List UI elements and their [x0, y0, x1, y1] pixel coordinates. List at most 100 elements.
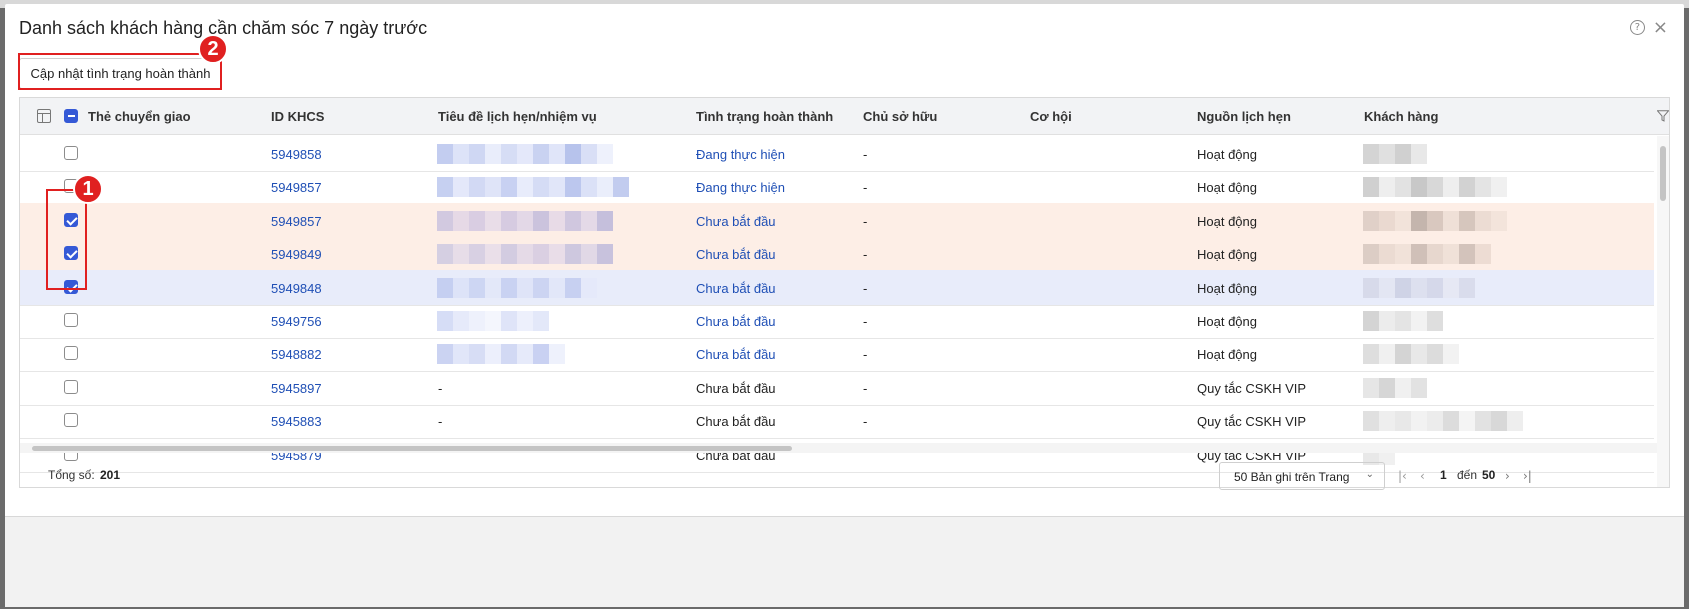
- column-settings-icon[interactable]: [37, 109, 51, 123]
- modal-header-actions: ? ×: [1629, 19, 1668, 37]
- row-checkbox[interactable]: [64, 313, 78, 327]
- table-header: Thẻ chuyển giao ID KHCS Tiêu đề lịch hẹn…: [20, 98, 1669, 135]
- table-row[interactable]: 5949848 Chưa bắt đầu - Hoạt động: [20, 269, 1654, 306]
- row-checkbox[interactable]: [64, 146, 78, 160]
- cell-owner: -: [863, 247, 868, 263]
- redacted-title: [437, 144, 613, 164]
- redacted-customer: [1363, 144, 1427, 164]
- column-header-title[interactable]: Tiêu đề lịch hẹn/nhiệm vụ: [438, 109, 597, 124]
- vertical-scroll-thumb[interactable]: [1660, 146, 1666, 201]
- cell-owner: -: [863, 280, 868, 296]
- cell-owner: -: [863, 180, 868, 196]
- column-header-status[interactable]: Tình trạng hoàn thành: [696, 109, 833, 124]
- cell-id-link[interactable]: 5948882: [271, 347, 322, 362]
- cell-id-link[interactable]: 5949857: [271, 180, 322, 195]
- redacted-customer: [1363, 210, 1507, 231]
- cell-source: Quy tắc CSKH VIP: [1197, 380, 1307, 396]
- last-page-icon[interactable]: ›|: [1523, 469, 1532, 483]
- total-label: Tổng số:: [48, 468, 95, 482]
- previous-page-icon[interactable]: ‹: [1420, 469, 1425, 483]
- cell-id-link[interactable]: 5945883: [271, 414, 322, 429]
- cell-status: Chưa bắt đầu: [696, 380, 776, 396]
- cell-id-link[interactable]: 5945897: [271, 381, 322, 396]
- cell-source: Hoạt động: [1197, 280, 1257, 296]
- annotation-box-update-button: [18, 53, 222, 90]
- modal-footer-bar: [5, 516, 1684, 607]
- redacted-customer: [1363, 311, 1443, 331]
- cell-id-link[interactable]: 5949848: [271, 281, 322, 296]
- row-checkbox[interactable]: [64, 413, 78, 428]
- cell-owner: -: [863, 414, 868, 430]
- cell-id-link[interactable]: 5949756: [271, 314, 322, 329]
- page-range-start: 1: [1440, 468, 1447, 482]
- cell-status-link[interactable]: Chưa bắt đầu: [696, 314, 776, 329]
- column-header-opportunity[interactable]: Cơ hội: [1030, 109, 1072, 124]
- page-size-select[interactable]: 50 Bản ghi trên Trang ⌄: [1219, 462, 1385, 490]
- table-row[interactable]: 5945897 - Chưa bắt đầu - Quy tắc CSKH VIP: [20, 370, 1654, 406]
- cell-id-link[interactable]: 5949857: [271, 214, 322, 229]
- cell-source: Hoạt động: [1197, 147, 1257, 162]
- redacted-customer: [1363, 344, 1459, 365]
- redacted-title: [437, 177, 629, 198]
- redacted-title: [437, 210, 613, 231]
- cell-status-link[interactable]: Chưa bắt đầu: [696, 214, 776, 229]
- cell-title: -: [438, 414, 443, 430]
- help-icon[interactable]: ?: [1629, 20, 1645, 35]
- cell-status-link[interactable]: Chưa bắt đầu: [696, 281, 776, 296]
- redacted-title: [437, 344, 565, 365]
- redacted-customer: [1363, 177, 1507, 198]
- cell-owner: -: [863, 347, 868, 363]
- redacted-title: [437, 311, 549, 331]
- column-header-source[interactable]: Nguồn lịch hẹn: [1197, 109, 1291, 124]
- horizontal-scroll-thumb[interactable]: [32, 446, 792, 451]
- cell-owner: -: [863, 314, 868, 329]
- chevron-down-icon: ⌄: [1365, 469, 1374, 480]
- cell-status-link[interactable]: Đang thực hiện: [696, 180, 785, 195]
- column-header-transfer-tag[interactable]: Thẻ chuyển giao: [88, 109, 191, 124]
- table-row[interactable]: 5945879 Chưa bắt đầu Quy tắc CSKH VIP: [20, 437, 1654, 473]
- page-size-label: 50 Bản ghi trên Trang: [1234, 470, 1350, 484]
- table-row[interactable]: 5945883 - Chưa bắt đầu - Quy tắc CSKH VIP: [20, 403, 1654, 440]
- cell-status-link[interactable]: Chưa bắt đầu: [696, 247, 776, 262]
- cell-source: Hoạt động: [1197, 347, 1257, 363]
- customer-care-modal: Danh sách khách hàng cần chăm sóc 7 ngày…: [5, 4, 1684, 607]
- redacted-customer: [1363, 244, 1491, 265]
- cell-status-link[interactable]: Chưa bắt đầu: [696, 347, 776, 362]
- column-header-id[interactable]: ID KHCS: [271, 109, 324, 124]
- annotation-badge-1: 1: [73, 174, 103, 204]
- cell-status-link[interactable]: Đang thực hiện: [696, 147, 785, 162]
- cell-source: Hoạt động: [1197, 213, 1257, 229]
- cell-source: Hoạt động: [1197, 247, 1257, 263]
- table-row[interactable]: 5949857 Chưa bắt đầu - Hoạt động: [20, 202, 1654, 239]
- close-icon[interactable]: ×: [1653, 19, 1668, 37]
- horizontal-scrollbar[interactable]: [20, 443, 1657, 453]
- row-checkbox[interactable]: [64, 379, 78, 394]
- cell-source: Hoạt động: [1197, 180, 1257, 196]
- column-header-customer[interactable]: Khách hàng: [1364, 109, 1438, 124]
- cell-owner: -: [863, 147, 868, 162]
- next-page-icon[interactable]: ›: [1505, 469, 1510, 483]
- table-row[interactable]: 5948882 Chưa bắt đầu - Hoạt động: [20, 336, 1654, 373]
- table-row[interactable]: 5949756 Chưa bắt đầu - Hoạt động: [20, 303, 1654, 339]
- table-row[interactable]: 5949849 Chưa bắt đầu - Hoạt động: [20, 236, 1654, 273]
- first-page-icon[interactable]: |‹: [1398, 469, 1407, 483]
- annotation-box-checkboxes: [46, 189, 87, 290]
- select-all-checkbox[interactable]: [64, 109, 78, 123]
- modal-title: Danh sách khách hàng cần chăm sóc 7 ngày…: [19, 18, 428, 38]
- cell-status: Chưa bắt đầu: [696, 414, 776, 430]
- redacted-customer: [1363, 277, 1475, 298]
- cell-id-link[interactable]: 5949849: [271, 247, 322, 262]
- redacted-title: [437, 277, 597, 298]
- page-range-word: đến: [1457, 468, 1478, 482]
- cell-title: -: [438, 380, 443, 396]
- column-header-owner[interactable]: Chủ sở hữu: [863, 109, 937, 124]
- cell-id-link[interactable]: 5949858: [271, 147, 322, 162]
- filter-icon[interactable]: [1657, 110, 1669, 122]
- page-range-end: 50: [1482, 468, 1496, 482]
- table-row[interactable]: 5949858 Đang thực hiện - Hoạt động: [20, 136, 1654, 172]
- cell-source: Quy tắc CSKH VIP: [1197, 414, 1307, 430]
- table-row[interactable]: 5949857 Đang thực hiện - Hoạt động: [20, 169, 1654, 206]
- vertical-scrollbar[interactable]: [1657, 136, 1669, 487]
- cell-owner: -: [863, 213, 868, 229]
- row-checkbox[interactable]: [64, 346, 78, 361]
